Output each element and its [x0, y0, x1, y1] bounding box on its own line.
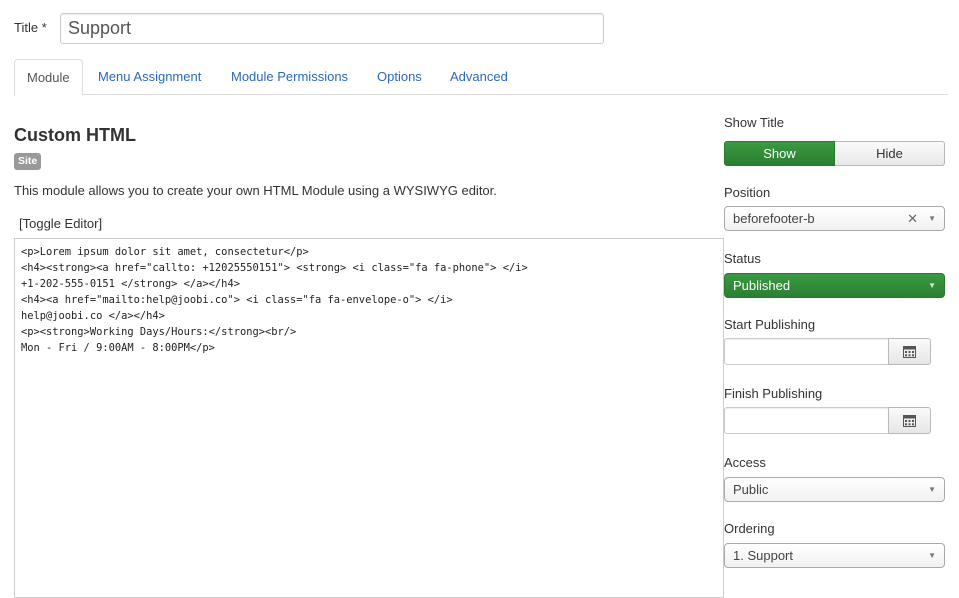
editor-line: <h4><a href="mailto:help@joobi.co"> <i c… — [21, 294, 453, 306]
ordering-value: 1. Support — [733, 548, 793, 563]
editor-line: <p><strong>Working Days/Hours:</strong><… — [21, 326, 297, 338]
access-value: Public — [733, 482, 769, 497]
start-publishing-input[interactable] — [724, 338, 889, 365]
editor-line: Mon - Fri / 9:00AM - 8:00PM</p> — [21, 342, 215, 354]
chevron-down-icon: ▼ — [928, 551, 936, 560]
position-value: beforefooter-b — [733, 211, 815, 226]
editor-line: <p>Lorem ipsum dolor sit amet, consectet… — [21, 246, 309, 258]
position-select[interactable]: beforefooter-b ✕ ▼ — [724, 206, 945, 231]
calendar-icon — [903, 346, 916, 358]
start-publishing-calendar-button[interactable] — [888, 338, 931, 365]
site-badge: Site — [14, 153, 42, 170]
title-input[interactable] — [60, 13, 604, 44]
access-select[interactable]: Public ▼ — [724, 477, 945, 502]
module-type-heading: Custom HTML — [14, 125, 136, 145]
tab-bar: Module Menu Assignment Module Permission… — [14, 59, 948, 96]
show-title-show-button[interactable]: Show — [724, 141, 835, 166]
html-code-editor[interactable]: <p>Lorem ipsum dolor sit amet, consectet… — [14, 238, 724, 598]
calendar-icon — [903, 415, 916, 427]
tab-module[interactable]: Module — [14, 59, 83, 96]
status-select[interactable]: Published ▼ — [724, 273, 945, 298]
access-label: Access — [724, 455, 766, 470]
show-title-toggle: Show Hide — [724, 141, 945, 166]
finish-publishing-input[interactable] — [724, 407, 889, 434]
editor-line: <h4><strong><a href="callto: +1202555015… — [21, 262, 528, 274]
chevron-down-icon: ▼ — [928, 214, 936, 223]
tab-options[interactable]: Options — [365, 59, 434, 95]
status-value: Published — [733, 278, 791, 293]
show-title-label: Show Title — [724, 115, 784, 130]
status-label: Status — [724, 251, 761, 266]
toggle-editor-link[interactable]: [Toggle Editor] — [19, 216, 102, 231]
tab-module-permissions[interactable]: Module Permissions — [219, 59, 360, 95]
position-label: Position — [724, 185, 771, 200]
show-title-hide-button[interactable]: Hide — [835, 141, 945, 166]
chevron-down-icon: ▼ — [928, 281, 936, 290]
ordering-label: Ordering — [724, 521, 775, 536]
start-publishing-label: Start Publishing — [724, 317, 816, 332]
module-description: This module allows you to create your ow… — [14, 183, 497, 198]
editor-line: help@joobi.co </a></h4> — [21, 310, 165, 322]
clear-icon[interactable]: ✕ — [907, 207, 918, 230]
finish-publishing-label: Finish Publishing — [724, 386, 823, 401]
ordering-select[interactable]: 1. Support ▼ — [724, 543, 945, 568]
editor-line: +1-202-555-0151 </strong> </a></h4> — [21, 278, 240, 290]
finish-publishing-calendar-button[interactable] — [888, 407, 931, 434]
tab-advanced[interactable]: Advanced — [438, 59, 520, 95]
title-label: Title * — [14, 20, 47, 35]
tab-menu-assignment[interactable]: Menu Assignment — [86, 59, 213, 95]
chevron-down-icon: ▼ — [928, 485, 936, 494]
